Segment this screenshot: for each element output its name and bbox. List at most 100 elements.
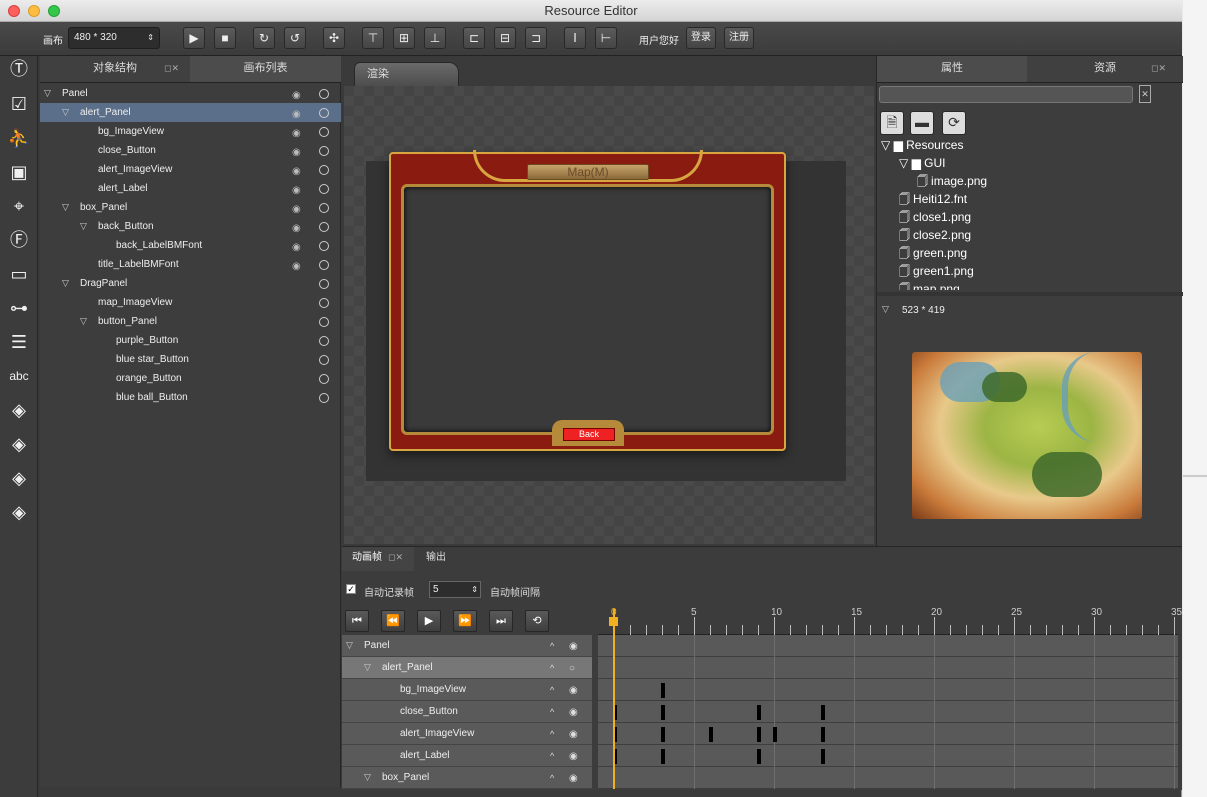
stop-button[interactable]: ■	[214, 27, 236, 49]
resource-file[interactable]: 🗍 Heiti12.fnt	[899, 190, 967, 208]
timeline-track-row[interactable]: ▽ alert_Panel ^ ○	[342, 657, 592, 679]
canvas-size-select[interactable]: 480 * 320 ⇕	[68, 27, 160, 49]
anchor-button[interactable]: ✣	[323, 27, 345, 49]
collapse-caret-icon[interactable]: ^	[550, 746, 554, 767]
timeline-track-row[interactable]: alert_Label ^ ◉	[342, 745, 592, 767]
pageview-widget-icon[interactable]: ◈	[5, 464, 33, 492]
expand-triangle-icon[interactable]: ▽	[80, 217, 87, 236]
tree-row[interactable]: back_LabelBMFont ◉	[40, 236, 341, 255]
lock-toggle-icon[interactable]	[319, 184, 329, 194]
collapse-caret-icon[interactable]: ^	[550, 636, 554, 657]
listview-widget-icon[interactable]: ☰	[5, 328, 33, 356]
minimize-window-button[interactable]	[28, 5, 40, 17]
lock-toggle-icon[interactable]	[319, 336, 329, 346]
resource-file[interactable]: 🗍 image.png	[917, 172, 987, 190]
button-widget-icon[interactable]: ⛹	[5, 124, 33, 152]
align-right-button[interactable]: ⊐	[525, 27, 547, 49]
timeline-track-lane[interactable]	[598, 635, 1178, 657]
tree-row[interactable]: alert_Label ◉	[40, 179, 341, 198]
resource-search-input[interactable]	[879, 86, 1133, 103]
visibility-eye-icon[interactable]: ◉	[569, 636, 578, 657]
login-button[interactable]: 登录	[686, 27, 716, 49]
timeline-track-lane[interactable]	[598, 723, 1178, 745]
timeline-track-lane[interactable]	[598, 745, 1178, 767]
tree-row[interactable]: purple_Button	[40, 331, 341, 350]
refresh-button[interactable]: ⟳	[942, 111, 966, 135]
lock-toggle-icon[interactable]	[319, 222, 329, 232]
tab-close-icon[interactable]: ◻✕	[388, 552, 403, 563]
tab-close-icon[interactable]: ◻✕	[164, 63, 179, 74]
keyframe-marker[interactable]	[661, 727, 665, 742]
visibility-eye-icon[interactable]: ◉	[569, 746, 578, 767]
align-top-button[interactable]: ⊤	[362, 27, 384, 49]
tree-row[interactable]: orange_Button	[40, 369, 341, 388]
font-widget-icon[interactable]: Ⓕ	[5, 226, 33, 254]
timeline-track-row[interactable]: alert_ImageView ^ ◉	[342, 723, 592, 745]
last-frame-button[interactable]: ⏭	[489, 610, 513, 632]
timeline-track-row[interactable]: bg_ImageView ^ ◉	[342, 679, 592, 701]
image-widget-icon[interactable]: ▣	[5, 158, 33, 186]
tree-row[interactable]: ▽ button_Panel	[40, 312, 341, 331]
resource-file[interactable]: 🗍 map.png	[899, 280, 960, 290]
dragpanel-widget-icon[interactable]: ◈	[5, 498, 33, 526]
auto-record-checkbox[interactable]: ✓	[346, 584, 356, 594]
resource-folder[interactable]: ▽ ▆ Resources	[881, 140, 963, 154]
keyframe-marker[interactable]	[757, 749, 761, 764]
keyframe-marker[interactable]	[773, 727, 777, 742]
timeline-track-row[interactable]: ▽ Panel ^ ◉	[342, 635, 592, 657]
lock-toggle-icon[interactable]	[319, 279, 329, 289]
lock-toggle-icon[interactable]	[319, 89, 329, 99]
textfield-widget-icon[interactable]: abc	[5, 362, 33, 390]
align-left-button[interactable]: ⊏	[463, 27, 485, 49]
tab-render[interactable]: 渲染	[354, 62, 459, 86]
timeline-track-row[interactable]: ▽ box_Panel ^ ◉	[342, 767, 592, 789]
visibility-eye-icon[interactable]: ○	[569, 658, 575, 679]
expand-triangle-icon[interactable]: ▽	[80, 312, 87, 331]
distribute-vertical-button[interactable]: Ⅰ	[564, 27, 586, 49]
lock-toggle-icon[interactable]	[319, 165, 329, 175]
text-widget-icon[interactable]: Ⓣ	[5, 56, 33, 84]
keyframe-marker[interactable]	[821, 705, 825, 720]
resource-file[interactable]: 🗍 green.png	[899, 244, 967, 262]
visibility-eye-icon[interactable]: ◉	[569, 768, 578, 789]
lock-toggle-icon[interactable]	[319, 317, 329, 327]
tree-row[interactable]: blue ball_Button	[40, 388, 341, 407]
tree-row[interactable]: ▽ box_Panel ◉	[40, 198, 341, 217]
keyframe-marker[interactable]	[661, 705, 665, 720]
play-button[interactable]: ▶	[183, 27, 205, 49]
first-frame-button[interactable]: ⏮	[345, 610, 369, 632]
interval-input[interactable]: 5 ⇕	[429, 581, 481, 598]
loop-button[interactable]: ⟲	[525, 610, 549, 632]
resource-file[interactable]: 🗍 green1.png	[899, 262, 974, 280]
collapse-caret-icon[interactable]: ^	[550, 658, 554, 679]
lock-toggle-icon[interactable]	[319, 393, 329, 403]
label-tag-widget-icon[interactable]: ⌖	[5, 192, 33, 220]
expand-triangle-icon[interactable]: ▽	[364, 767, 371, 788]
distribute-horizontal-button[interactable]: ⊢	[595, 27, 617, 49]
new-file-button[interactable]: 🗎	[880, 111, 904, 135]
lock-toggle-icon[interactable]	[319, 298, 329, 308]
lock-toggle-icon[interactable]	[319, 355, 329, 365]
timeline-track-lane[interactable]	[598, 679, 1178, 701]
collapse-caret-icon[interactable]: ^	[550, 724, 554, 745]
visibility-eye-icon[interactable]: ◉	[569, 702, 578, 723]
tree-row[interactable]: close_Button ◉	[40, 141, 341, 160]
collapse-caret-icon[interactable]: ^	[550, 702, 554, 723]
next-frame-button[interactable]: ⏩	[453, 610, 477, 632]
lock-toggle-icon[interactable]	[319, 374, 329, 384]
preview-expand-icon[interactable]: ▽	[882, 304, 889, 315]
resource-file[interactable]: 🗍 close2.png	[899, 226, 971, 244]
lock-toggle-icon[interactable]	[319, 127, 329, 137]
keyframe-marker[interactable]	[821, 727, 825, 742]
tab-canvas-list[interactable]: 画布列表	[190, 56, 341, 83]
expand-triangle-icon[interactable]: ▽	[364, 657, 371, 678]
scrollview-widget-icon[interactable]: ◈	[5, 430, 33, 458]
expand-triangle-icon[interactable]: ▽	[346, 635, 353, 656]
tree-row[interactable]: bg_ImageView ◉	[40, 122, 341, 141]
splitter[interactable]	[877, 292, 1183, 296]
tree-row[interactable]: ▽ alert_Panel ◉	[40, 103, 341, 122]
timeline-track-lane[interactable]	[598, 767, 1178, 789]
close-window-button[interactable]	[8, 5, 20, 17]
stepper-icon[interactable]: ⇕	[471, 582, 478, 597]
lock-toggle-icon[interactable]	[319, 241, 329, 251]
